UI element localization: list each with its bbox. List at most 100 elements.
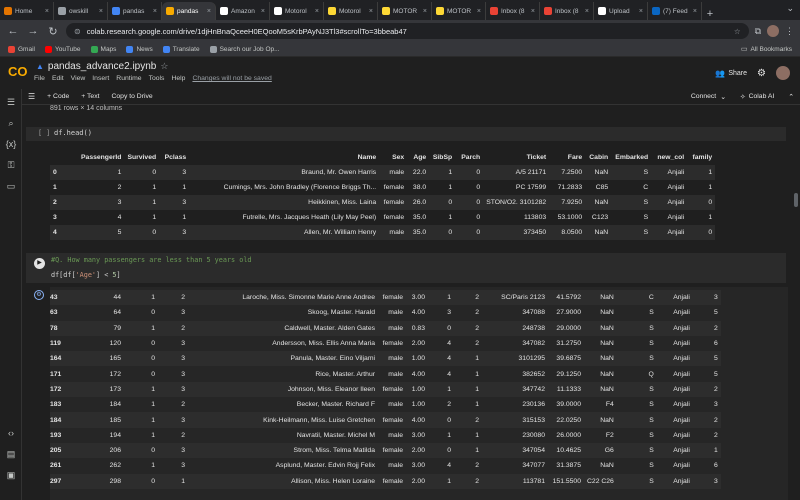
code-cell-head[interactable]: [ ] df.head() <box>26 127 786 141</box>
tab-close-icon[interactable]: × <box>369 8 373 15</box>
table-cell: S <box>649 401 654 409</box>
site-info-icon[interactable]: ⊜ <box>74 27 81 36</box>
tab-close-icon[interactable]: × <box>99 8 103 15</box>
profile-avatar[interactable] <box>767 25 779 37</box>
browser-tab[interactable]: Inbox (8 × <box>486 2 540 20</box>
table-cell: C <box>643 184 649 191</box>
tab-close-icon[interactable]: × <box>207 8 211 15</box>
table-cell: 1 <box>447 431 451 439</box>
scroll-thumb[interactable] <box>794 193 798 207</box>
bookmark-item[interactable]: YouTube <box>44 45 81 53</box>
table-cell: Braund, Mr. Owen Harris <box>189 165 380 180</box>
menu-item[interactable]: Help <box>171 75 185 82</box>
bookmark-item[interactable]: Maps <box>90 45 116 53</box>
bookmark-item[interactable]: Search our Job Op... <box>209 45 280 53</box>
cell-code[interactable]: df[df['Age'] < 5] <box>51 271 121 279</box>
browser-tab[interactable]: Motorol × <box>270 2 324 20</box>
back-icon[interactable]: ← <box>6 25 20 37</box>
table-cell: 4 <box>447 462 451 470</box>
bookmarks-bar: Gmail YouTube Maps News Translate Search our … <box>0 42 800 57</box>
browser-tab-strip: Home × owskill × pandas × pandas × Amazon × Motoro… <box>0 0 800 20</box>
all-bookmarks[interactable]: ▭ All Bookmarks <box>741 45 792 54</box>
copy-to-drive-button[interactable]: Copy to Drive <box>111 93 152 100</box>
browser-tab[interactable]: owskill × <box>54 2 108 20</box>
menu-item[interactable]: File <box>34 75 45 82</box>
star-icon[interactable]: ☆ <box>160 61 168 72</box>
menu-item[interactable]: Tools <box>149 75 165 82</box>
browser-tab[interactable]: pandas × <box>162 2 216 20</box>
extensions-icon[interactable]: ⧉ <box>755 26 761 37</box>
secrets-key-icon[interactable]: ⚿ <box>4 160 18 171</box>
browser-menu-icon[interactable]: ⋮ <box>785 26 794 37</box>
menu-item[interactable]: Insert <box>92 75 109 82</box>
browser-tab[interactable]: Home × <box>0 2 54 20</box>
browser-tab[interactable]: (7) Feed × <box>648 2 702 20</box>
output-actions-icon[interactable]: ⚙ <box>34 290 44 300</box>
reload-icon[interactable]: ↻ <box>46 25 60 38</box>
variables-icon[interactable]: {x} <box>4 139 18 149</box>
menu-item[interactable]: Runtime <box>116 75 141 82</box>
menu-item[interactable]: View <box>71 75 86 82</box>
terminal-icon[interactable]: ▣ <box>4 470 18 481</box>
command-palette-icon[interactable]: ▤ <box>4 449 18 460</box>
tab-label: owskill <box>69 7 89 15</box>
code-snippets-icon[interactable]: ‹› <box>4 428 18 438</box>
table-cell: S <box>643 214 649 221</box>
tab-close-icon[interactable]: × <box>45 8 49 15</box>
bookmark-star-icon[interactable]: ☆ <box>734 27 741 36</box>
bookmark-item[interactable]: Translate <box>162 45 200 53</box>
settings-gear-icon[interactable]: ⚙ <box>757 68 766 79</box>
share-button[interactable]: 👥 Share <box>715 69 747 78</box>
unsaved-notice[interactable]: Changes will not be saved <box>192 75 271 82</box>
row-index: 297 <box>50 473 78 489</box>
table-cell: 1 <box>475 431 479 439</box>
tab-close-icon[interactable]: × <box>477 8 481 15</box>
tab-close-icon[interactable]: × <box>153 8 157 15</box>
user-avatar[interactable] <box>776 66 790 80</box>
table-cell: female <box>383 214 405 221</box>
browser-tab[interactable]: MOTOR × <box>432 2 486 20</box>
run-cell-icon[interactable]: ▶ <box>34 258 45 269</box>
table-of-contents-icon[interactable]: ☰ <box>4 97 18 108</box>
notebook-name[interactable]: pandas_advance2.ipynb <box>48 61 156 72</box>
files-folder-icon[interactable]: ▭ <box>4 181 18 192</box>
tab-close-icon[interactable]: × <box>531 8 535 15</box>
code-cell-filter[interactable]: ▶ #Q. How many passengers are less than … <box>26 253 786 283</box>
forward-icon[interactable]: → <box>26 25 40 37</box>
row-index: 119 <box>50 340 61 348</box>
table-cell: S <box>616 442 657 459</box>
browser-tab[interactable]: Amazon × <box>216 2 270 20</box>
browser-tab[interactable]: MOTOR × <box>378 2 432 20</box>
colab-ai-button[interactable]: ✧ Colab AI <box>740 93 774 101</box>
tab-close-icon[interactable]: × <box>693 8 697 15</box>
table-cell: 347742 <box>482 381 548 398</box>
tab-favicon-icon <box>112 7 120 15</box>
add-code-button[interactable]: + Code <box>47 93 69 100</box>
tab-close-icon[interactable]: × <box>639 8 643 15</box>
browser-tab[interactable]: Inbox (8 × <box>540 2 594 20</box>
tab-close-icon[interactable]: × <box>261 8 265 15</box>
tab-close-icon[interactable]: × <box>585 8 589 15</box>
bookmark-item[interactable]: Gmail <box>8 45 35 53</box>
browser-tab[interactable]: Motorol × <box>324 2 378 20</box>
search-icon[interactable]: ⌕ <box>4 118 18 129</box>
tab-search-icon[interactable]: ⌄ <box>786 3 794 14</box>
address-bar[interactable]: ⊜ colab.research.google.com/drive/1djHnB… <box>66 23 749 39</box>
colab-logo[interactable]: CO <box>8 64 28 79</box>
menu-icon[interactable]: ☰ <box>28 92 35 101</box>
tab-close-icon[interactable]: × <box>315 8 319 15</box>
notebook-scrollbar[interactable] <box>792 105 800 500</box>
add-text-button[interactable]: + Text <box>81 93 99 100</box>
cell-code[interactable]: df.head() <box>54 129 92 137</box>
table-cell: 2 <box>454 412 482 428</box>
cell-run-label[interactable]: [ ] <box>38 129 50 137</box>
new-tab-icon[interactable]: + <box>702 8 718 20</box>
bookmark-item[interactable]: News <box>126 45 153 53</box>
column-header: Embarked <box>615 154 649 161</box>
browser-tab[interactable]: pandas × <box>108 2 162 20</box>
connect-button[interactable]: Connect ⌄ <box>691 93 726 101</box>
browser-tab[interactable]: Upload × <box>594 2 648 20</box>
menu-item[interactable]: Edit <box>52 75 64 82</box>
collapse-icon[interactable]: ⌃ <box>788 93 794 101</box>
tab-close-icon[interactable]: × <box>423 8 427 15</box>
